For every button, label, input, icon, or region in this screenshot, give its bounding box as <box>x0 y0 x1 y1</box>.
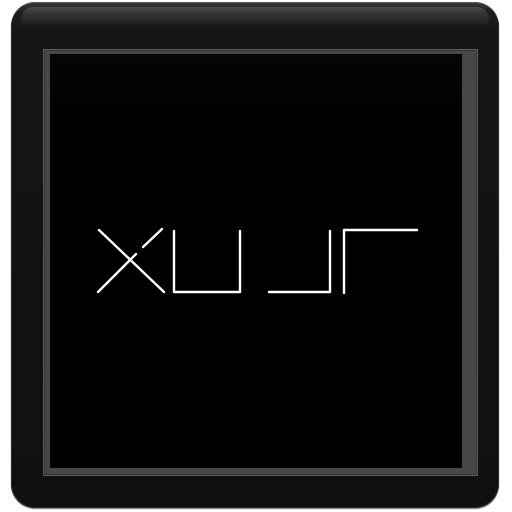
logo-letter-x-stroke-2 <box>96 252 138 294</box>
screen-gloss <box>50 54 462 124</box>
bezel-highlight <box>21 7 489 25</box>
logo-letter-x-stroke-3 <box>141 227 164 249</box>
logo-text: XULI <box>0 0 1 1</box>
logo-letter-l-reversed <box>342 228 419 295</box>
logo-letter-u <box>172 229 242 294</box>
xuli-logo <box>96 227 419 295</box>
logo-letter-j <box>267 229 332 294</box>
